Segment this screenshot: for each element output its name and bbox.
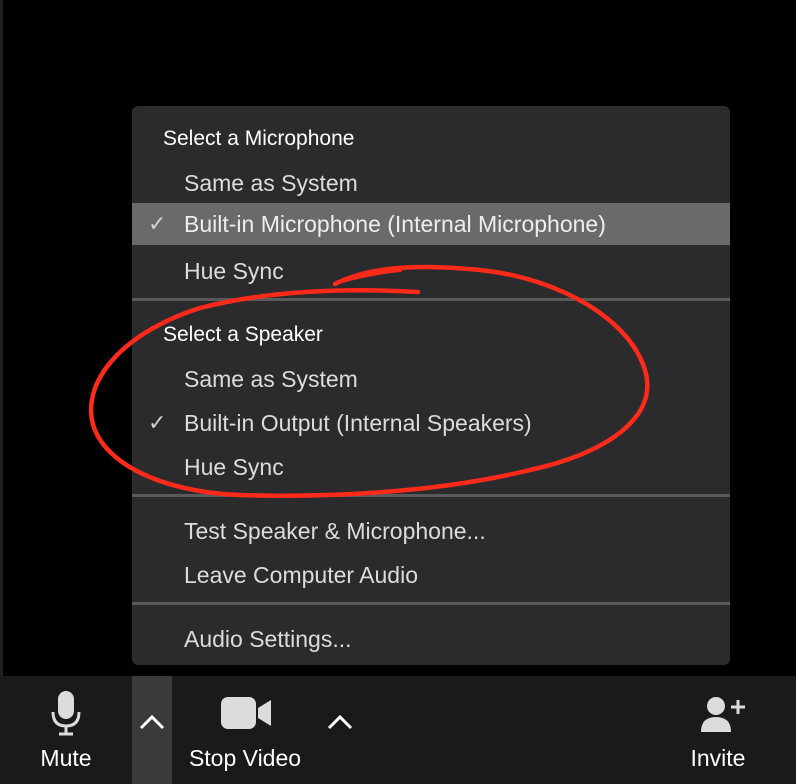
add-person-icon	[701, 697, 745, 732]
speaker-option-built-in[interactable]: ✓ Built-in Output (Internal Speakers)	[132, 403, 730, 443]
test-speaker-microphone-item[interactable]: Test Speaker & Microphone...	[132, 511, 730, 551]
video-options-caret-button[interactable]	[318, 676, 362, 784]
stop-video-label: Stop Video	[188, 745, 302, 771]
mic-option-built-in[interactable]: ✓ Built-in Microphone (Internal Micropho…	[132, 203, 730, 245]
menu-item-label: Audio Settings...	[184, 626, 352, 652]
mute-button[interactable]: Mute	[0, 676, 132, 784]
checkmark-icon: ✓	[148, 410, 167, 435]
invite-label: Invite	[690, 745, 746, 771]
mic-option-label: Built-in Microphone (Internal Microphone…	[184, 211, 606, 237]
mic-option-label: Same as System	[184, 170, 358, 196]
stop-video-button[interactable]: Stop Video	[172, 676, 318, 784]
menu-item-label: Test Speaker & Microphone...	[184, 518, 486, 544]
audio-options-menu: Select a Microphone Same as System ✓ Bui…	[132, 106, 730, 665]
speaker-option-label: Same as System	[184, 366, 358, 392]
speaker-option-hue-sync[interactable]: Hue Sync	[132, 447, 730, 487]
window-edge	[0, 0, 3, 676]
meeting-toolbar: Mute Stop Video Invite	[0, 676, 796, 784]
video-camera-icon	[221, 697, 271, 729]
microphone-section-header: Select a Microphone	[163, 127, 355, 150]
speaker-section-header: Select a Speaker	[163, 323, 323, 346]
checkmark-icon: ✓	[148, 211, 167, 236]
menu-divider	[132, 494, 730, 497]
mic-option-label: Hue Sync	[184, 258, 284, 284]
mic-option-same-as-system[interactable]: Same as System	[132, 163, 730, 203]
audio-options-caret-button[interactable]	[132, 676, 172, 784]
speaker-option-same-as-system[interactable]: Same as System	[132, 359, 730, 399]
mic-option-hue-sync[interactable]: Hue Sync	[132, 251, 730, 291]
zoom-window: Select a Microphone Same as System ✓ Bui…	[0, 0, 796, 784]
speaker-option-label: Hue Sync	[184, 454, 284, 480]
leave-computer-audio-item[interactable]: Leave Computer Audio	[132, 555, 730, 595]
invite-button[interactable]: Invite	[668, 676, 768, 784]
chevron-up-icon	[139, 714, 165, 730]
menu-item-label: Leave Computer Audio	[184, 562, 418, 588]
mute-label: Mute	[40, 745, 92, 771]
menu-divider	[132, 602, 730, 605]
chevron-up-icon	[327, 714, 353, 730]
speaker-option-label: Built-in Output (Internal Speakers)	[184, 410, 532, 436]
audio-settings-item[interactable]: Audio Settings...	[132, 619, 730, 659]
microphone-icon	[51, 691, 81, 736]
menu-divider	[132, 298, 730, 301]
